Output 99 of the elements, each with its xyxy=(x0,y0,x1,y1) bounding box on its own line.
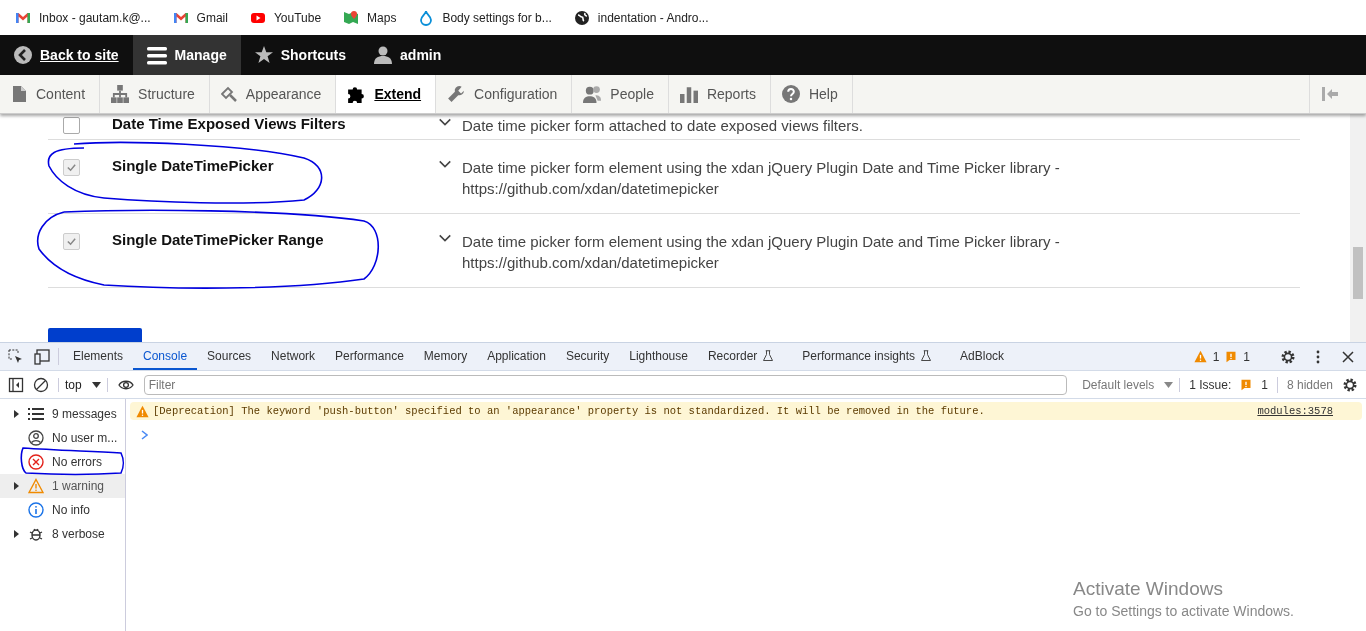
menu-tab[interactable]: Reports xyxy=(668,75,771,113)
scrollbar[interactable] xyxy=(1350,114,1366,342)
menu-tab[interactable]: Content xyxy=(0,75,101,113)
module-description: Date time picker form element using the xdan jQuery Plugin Date and Time Picker library - https://github.com/xdan/datetimepicker xyxy=(462,232,1061,273)
sidebar-toggle-icon xyxy=(8,376,24,393)
toolbar-item[interactable]: admin xyxy=(360,35,456,75)
settings-icon xyxy=(1342,376,1358,393)
hidden-count: 8 hidden xyxy=(1286,377,1333,392)
module-name: Date Time Exposed Views Filters xyxy=(112,115,347,132)
sidebar-item[interactable]: 9 messages xyxy=(0,402,125,426)
sidebar-item[interactable]: No info xyxy=(0,498,125,522)
dropdown-arrow-icon xyxy=(91,381,101,388)
sidebar-item[interactable]: No user m... xyxy=(0,426,125,450)
prompt-chevron-icon xyxy=(140,430,148,440)
menu-tab[interactable]: Extend xyxy=(336,75,437,113)
warning-icon xyxy=(1193,350,1207,363)
sidebar-item[interactable]: 8 verbose xyxy=(0,522,125,546)
warning-count: 1 xyxy=(1212,349,1220,364)
devtools-tab[interactable]: Performance xyxy=(325,343,414,370)
list-icon xyxy=(28,406,44,422)
devtools-tab[interactable]: Lighthouse xyxy=(619,343,698,370)
error-icon xyxy=(28,454,44,470)
devtools-tab[interactable]: Console xyxy=(133,343,198,370)
globe-icon xyxy=(573,9,590,26)
collapse-icon xyxy=(1321,86,1339,102)
user-icon xyxy=(374,46,393,64)
bar-chart-icon xyxy=(679,85,698,103)
menu-tab[interactable]: People xyxy=(572,75,669,113)
devtools-tab[interactable]: Memory xyxy=(413,343,478,370)
people-icon xyxy=(583,85,602,103)
expand-arrow-icon xyxy=(13,409,20,419)
flask-icon xyxy=(762,349,775,362)
context-selector[interactable]: top xyxy=(58,377,108,392)
devtools-tab[interactable]: Application xyxy=(477,343,556,370)
issue-count: 1 xyxy=(1243,349,1250,364)
dropdown-arrow-icon xyxy=(1164,381,1174,388)
user-circle-icon xyxy=(28,430,44,446)
filter-field[interactable]: Filter xyxy=(143,374,1068,395)
activation-title: Activate Windows xyxy=(1073,578,1224,600)
devtools-tab[interactable]: Security xyxy=(555,343,620,370)
module-description: Date time picker form element using the xdan jQuery Plugin Date and Time Picker library - https://github.com/xdan/datetimepicker xyxy=(462,158,1061,199)
document-icon xyxy=(11,86,27,102)
checkbox[interactable] xyxy=(63,117,80,134)
map-pin-icon xyxy=(343,9,360,26)
devtools-tab[interactable]: Sources xyxy=(197,343,262,370)
issue-icon xyxy=(1225,350,1238,363)
levels-dropdown[interactable]: Default levels xyxy=(1076,377,1181,392)
device-icon xyxy=(34,348,50,365)
star-icon xyxy=(254,46,273,64)
puzzle-icon xyxy=(347,85,366,103)
checkmark-icon xyxy=(66,162,77,173)
bookmark[interactable]: Inbox - gautam.k@... xyxy=(15,9,151,26)
bug-icon xyxy=(28,526,44,542)
menu-tab[interactable]: Configuration xyxy=(436,75,573,113)
toolbar-item[interactable]: Manage xyxy=(132,35,241,75)
help-icon xyxy=(781,85,800,103)
devtools-tab[interactable]: Recorder xyxy=(697,343,793,370)
expand-arrow-icon xyxy=(13,529,20,539)
expand-arrow-icon xyxy=(13,481,20,491)
module-name: Single DateTimePicker Range xyxy=(112,231,325,248)
info-icon xyxy=(28,502,44,518)
checkmark-icon xyxy=(66,236,77,247)
flask-icon xyxy=(920,349,933,362)
wrench-icon xyxy=(447,85,466,103)
issues-label: 1 Issue: xyxy=(1189,377,1232,392)
menu-tab[interactable]: Structure xyxy=(100,75,210,113)
toolbar-item[interactable]: Shortcuts xyxy=(240,35,361,75)
clear-icon xyxy=(33,376,49,393)
more-icon xyxy=(1316,348,1320,365)
toolbar-item[interactable]: Back to site xyxy=(0,35,133,75)
hierarchy-icon xyxy=(111,85,130,103)
menu-icon xyxy=(146,45,167,65)
devtools-tab[interactable]: Elements xyxy=(63,343,134,370)
activation-subtitle: Go to Settings to activate Windows. xyxy=(1073,603,1294,619)
module-name: Single DateTimePicker xyxy=(112,157,275,174)
drop-icon xyxy=(418,9,435,26)
devtools-tab[interactable]: Network xyxy=(261,343,326,370)
brush-icon xyxy=(220,86,237,102)
menu-tab[interactable]: Help xyxy=(770,75,853,113)
bookmark[interactable]: indentation - Andro... xyxy=(573,9,709,26)
sidebar-item[interactable]: No errors xyxy=(0,450,125,474)
settings-icon xyxy=(1280,348,1296,365)
bookmark[interactable]: Body settings for b... xyxy=(418,9,552,26)
bookmark[interactable]: YouTube xyxy=(249,9,322,26)
bookmark[interactable]: Maps xyxy=(343,9,397,26)
inspect-icon xyxy=(8,348,24,365)
sidebar-item[interactable]: 1 warning xyxy=(0,474,125,498)
source-link[interactable]: modules:3578 xyxy=(1257,405,1333,417)
message-text: [Deprecation] The keyword 'push-button' specified to an 'appearance' property is not standardized. It will be removed in the future. xyxy=(153,405,985,417)
warning-icon xyxy=(136,404,149,418)
menu-tab[interactable]: Appearance xyxy=(209,75,337,113)
issues-count: 1 xyxy=(1261,377,1268,392)
bookmark[interactable]: Gmail xyxy=(172,9,228,26)
devtools-tab[interactable]: Performance insights xyxy=(792,343,951,370)
warning-icon xyxy=(28,478,44,494)
issue-icon xyxy=(1240,378,1253,391)
devtools-tab[interactable]: AdBlock xyxy=(950,343,1015,370)
module-description: Date time picker form attached to date exposed views filters. xyxy=(462,116,864,136)
close-icon xyxy=(1340,348,1356,365)
